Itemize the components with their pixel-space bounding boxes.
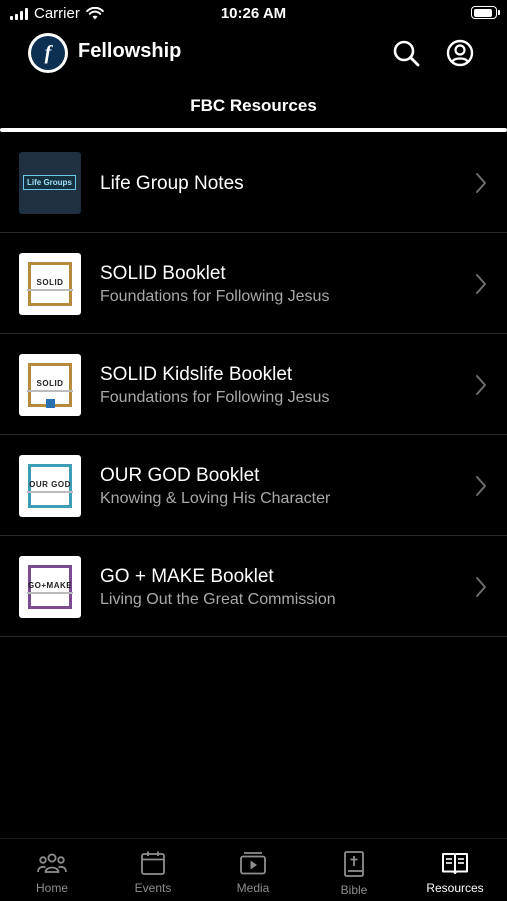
thumbnail-subline — [27, 390, 73, 392]
resource-subtitle: Foundations for Following Jesus — [100, 288, 330, 305]
battery-fill — [473, 8, 492, 17]
resource-list: Life Groups Life Group Notes SOLID SOLID… — [0, 132, 507, 637]
app-header: f Fellowship — [0, 30, 507, 76]
people-icon — [37, 853, 67, 873]
tab-label: Resources — [426, 881, 484, 895]
thumbnail-subline — [27, 592, 73, 594]
resource-row-life-group-notes[interactable]: Life Groups Life Group Notes — [0, 132, 507, 233]
chevron-right-icon — [476, 375, 486, 395]
app-title: Fellowship — [78, 40, 182, 62]
battery-icon — [471, 6, 500, 19]
tab-media[interactable]: Media — [203, 851, 303, 895]
go-make-thumbnail: GO+MAKE — [19, 556, 81, 618]
tab-bible[interactable]: Bible — [304, 851, 404, 897]
resource-subtitle: Living Out the Great Commission — [100, 591, 336, 608]
segment-title[interactable]: FBC Resources — [0, 96, 507, 116]
clock: 10:26 AM — [220, 5, 287, 22]
thumbnail-label: Life Groups — [23, 175, 76, 190]
resource-title: GO + MAKE Booklet — [100, 566, 274, 587]
app-logo[interactable]: f — [28, 33, 68, 73]
thumbnail-subline — [27, 289, 73, 291]
chevron-right-icon — [476, 173, 486, 193]
resource-row-solid-booklet[interactable]: SOLID SOLID Booklet Foundations for Foll… — [0, 233, 507, 334]
thumbnail-subline — [27, 491, 73, 493]
profile-icon[interactable] — [445, 38, 475, 68]
thumbnail-label: GO+MAKE — [27, 581, 73, 590]
resource-row-solid-kidslife-booklet[interactable]: SOLID SOLID Kidslife Booklet Foundations… — [0, 334, 507, 435]
resource-title: SOLID Booklet — [100, 263, 226, 284]
tab-label: Media — [236, 881, 270, 895]
resource-title: SOLID Kidslife Booklet — [100, 364, 293, 385]
logo-mark: f — [31, 36, 65, 70]
play-icon — [240, 852, 266, 875]
tab-label: Bible — [340, 883, 368, 897]
tab-bar: Home Events Media Bible Resources — [0, 838, 507, 901]
resource-title: OUR GOD Booklet — [100, 465, 260, 486]
tab-home[interactable]: Home — [2, 851, 102, 895]
calendar-icon — [141, 851, 165, 875]
chevron-right-icon — [476, 476, 486, 496]
our-god-thumbnail: OUR GOD — [19, 455, 81, 517]
bible-icon — [344, 851, 364, 877]
thumbnail-label: OUR GOD — [29, 480, 71, 489]
chevron-right-icon — [476, 577, 486, 597]
kidslife-badge-icon — [46, 399, 55, 408]
resource-subtitle: Foundations for Following Jesus — [100, 389, 330, 406]
tab-resources[interactable]: Resources — [405, 851, 505, 895]
resource-subtitle: Knowing & Loving His Character — [100, 490, 331, 507]
search-icon[interactable] — [391, 38, 421, 68]
thumbnail-label: SOLID — [36, 278, 64, 287]
resource-row-our-god-booklet[interactable]: OUR GOD OUR GOD Booklet Knowing & Loving… — [0, 435, 507, 536]
status-bar: Carrier 10:26 AM — [0, 0, 507, 28]
book-icon — [442, 853, 468, 874]
solid-booklet-thumbnail: SOLID — [19, 253, 81, 315]
resource-title: Life Group Notes — [100, 173, 244, 194]
solid-kidslife-thumbnail: SOLID — [19, 354, 81, 416]
tab-events[interactable]: Events — [103, 851, 203, 895]
tab-label: Home — [35, 881, 68, 895]
thumbnail-label: SOLID — [36, 379, 64, 388]
tab-label: Events — [134, 881, 172, 895]
chevron-right-icon — [476, 274, 486, 294]
life-groups-thumbnail: Life Groups — [19, 152, 81, 214]
resource-row-go-make-booklet[interactable]: GO+MAKE GO + MAKE Booklet Living Out the… — [0, 536, 507, 637]
